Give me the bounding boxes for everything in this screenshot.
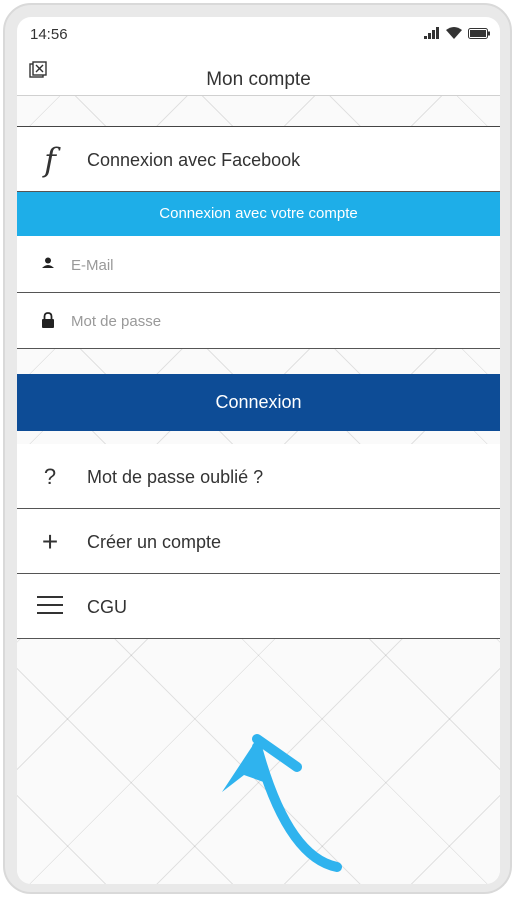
menu-item-label: Mot de passe oublié ?	[87, 467, 264, 487]
question-icon: ?	[43, 464, 57, 489]
battery-icon	[468, 27, 490, 39]
menu-item-forgot-password[interactable]: ? Mot de passe oublié ?	[17, 444, 500, 509]
account-login-banner: Connexion avec votre compte	[17, 192, 500, 236]
facebook-login-label: Connexion avec Facebook	[87, 150, 301, 170]
lock-icon	[42, 312, 54, 328]
device-frame: 14:56 Mon compte f Connexion avec Facebo…	[3, 3, 512, 894]
status-bar: 14:56	[17, 17, 500, 53]
hamburger-icon	[37, 596, 63, 614]
status-time: 14:56	[30, 26, 68, 43]
menu-item-create-account[interactable]: + Créer un compte	[17, 509, 500, 574]
password-field[interactable]	[69, 305, 473, 337]
signal-icon	[424, 27, 439, 39]
pattern-divider	[17, 349, 500, 374]
email-row	[17, 237, 500, 293]
screen: 14:56 Mon compte f Connexion avec Facebo…	[17, 17, 500, 884]
facebook-login-button[interactable]: f Connexion avec Facebook	[17, 127, 500, 192]
email-field[interactable]	[69, 249, 473, 281]
menu-item-label: CGU	[87, 597, 127, 617]
login-button[interactable]: Connexion	[17, 374, 500, 431]
menu-item-label: Créer un compte	[87, 532, 222, 552]
menu-item-cgu[interactable]: CGU	[17, 574, 500, 639]
pattern-divider	[17, 431, 500, 445]
page-title: Mon compte	[206, 69, 311, 90]
wifi-icon	[446, 27, 462, 39]
password-row	[17, 293, 500, 349]
plus-icon: +	[41, 526, 59, 557]
status-icons	[424, 27, 490, 39]
top-bar: Mon compte	[17, 53, 500, 96]
annotation-arrow-icon	[222, 734, 342, 872]
facebook-f-icon: f	[44, 141, 56, 179]
pattern-divider	[17, 96, 500, 127]
user-icon	[42, 257, 54, 268]
